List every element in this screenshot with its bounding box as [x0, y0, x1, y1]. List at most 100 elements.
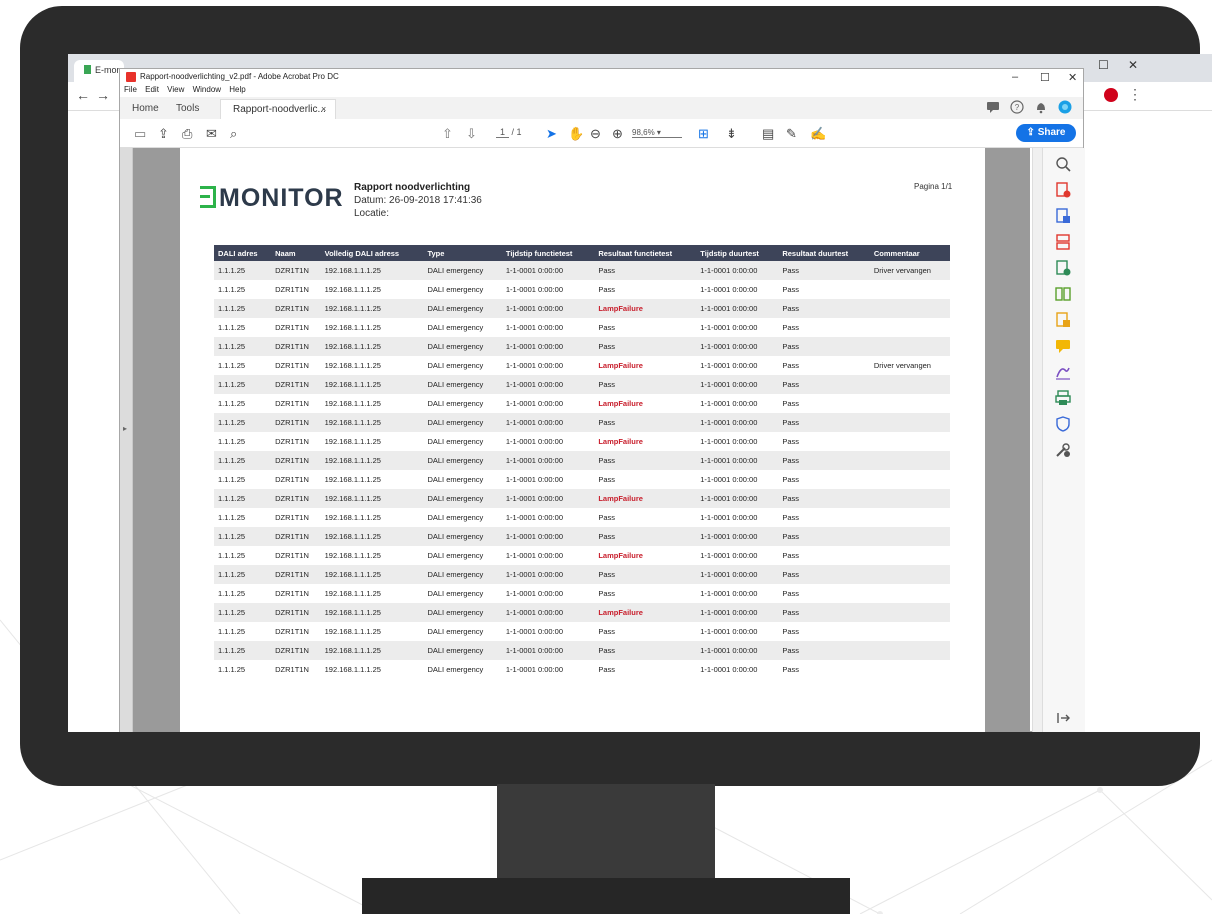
- menu-help[interactable]: Help: [229, 85, 245, 94]
- table-cell: 1.1.1.25: [218, 285, 246, 294]
- minimize-icon[interactable]: –: [1012, 71, 1018, 83]
- table-cell: 1-1-0001 0:00:00: [505, 361, 564, 370]
- browser-menu-icon[interactable]: ⋮: [1128, 86, 1142, 103]
- back-arrow-icon[interactable]: ←: [76, 87, 90, 103]
- more-tools-icon[interactable]: [1055, 442, 1071, 458]
- highlight-icon[interactable]: ✎: [786, 126, 797, 142]
- prev-page-icon[interactable]: ⇧: [442, 126, 453, 142]
- table-cell: Pass: [778, 337, 870, 356]
- menu-view[interactable]: View: [167, 85, 184, 94]
- tab-close-icon[interactable]: ×: [321, 104, 326, 114]
- table-cell: [869, 527, 950, 546]
- table-cell: Pass: [598, 665, 616, 674]
- table-cell: [870, 622, 950, 641]
- table-row: 1.1.1.25 DZR1T1N 192.168.1.1.1.25 DALI emer…: [214, 451, 950, 470]
- table-cell: 1-1-0001 0:00:00: [700, 323, 758, 332]
- forward-arrow-icon[interactable]: →: [96, 87, 110, 103]
- table-cell: 1-1-0001 0:00:00: [696, 375, 779, 394]
- page-indicator[interactable]: 1 / 1: [496, 127, 522, 138]
- avatar[interactable]: [1058, 100, 1072, 114]
- table-cell: 1.1.1.25: [218, 589, 246, 598]
- protect-icon[interactable]: [1055, 416, 1071, 432]
- table-cell: Pass: [594, 413, 697, 432]
- tab-home[interactable]: Home: [132, 103, 159, 114]
- zoom-level-select[interactable]: 98,6% ▾: [632, 128, 682, 138]
- create-pdf-icon[interactable]: [1055, 182, 1071, 198]
- edit-pdf-icon[interactable]: [1055, 260, 1071, 276]
- page-number-input[interactable]: 1: [496, 127, 510, 138]
- table-cell: Pass: [594, 641, 697, 660]
- table-cell: 192.168.1.1.1.25: [320, 299, 424, 318]
- search-icon[interactable]: ⌕: [230, 126, 237, 142]
- column-header: Tijdstip duurtest: [696, 245, 779, 261]
- table-cell: 192.168.1.1.1.25: [320, 603, 424, 622]
- table-cell: Driver vervangen: [873, 361, 931, 370]
- report-title: Rapport noodverlichting: [354, 182, 471, 193]
- zoom-in-icon[interactable]: ⊕: [612, 126, 623, 142]
- table-cell: 1-1-0001 0:00:00: [696, 299, 779, 318]
- hand-icon[interactable]: ✋: [568, 126, 584, 142]
- table-row: 1.1.1.25 DZR1T1N 192.168.1.1.1.25 DALI emer…: [214, 432, 950, 451]
- table-cell: Pass: [778, 603, 870, 622]
- expand-left-pane-icon[interactable]: ▸: [123, 424, 127, 433]
- table-row: 1.1.1.25 DZR1T1N 192.168.1.1.1.25 DALI emer…: [214, 641, 950, 660]
- left-nav-pane[interactable]: ▸: [120, 148, 133, 732]
- table-row: 1.1.1.25 DZR1T1N 192.168.1.1.1.25 DALI emer…: [214, 356, 950, 375]
- notification-bell-icon[interactable]: [1034, 100, 1048, 114]
- table-cell: DZR1T1N: [271, 489, 321, 508]
- combine-icon[interactable]: [1055, 312, 1071, 328]
- table-cell: 1-1-0001 0:00:00: [700, 285, 758, 294]
- print-icon[interactable]: ⎙: [182, 126, 192, 142]
- upload-icon[interactable]: ⇪: [158, 126, 169, 142]
- collapse-pane-icon[interactable]: [1055, 710, 1071, 726]
- close-icon[interactable]: ✕: [1068, 71, 1077, 84]
- browser-tab[interactable]: E-mon: [74, 60, 124, 82]
- menu-window[interactable]: Window: [193, 85, 221, 94]
- report-table: DALI adres Naam Volledig DALI adress Type Ti…: [214, 245, 950, 679]
- tab-document[interactable]: Rapport-noodverlic... ×: [220, 99, 336, 120]
- sign-icon[interactable]: ✍: [810, 126, 826, 142]
- table-cell: 1-1-0001 0:00:00: [700, 513, 758, 522]
- email-icon[interactable]: ✉: [206, 126, 217, 142]
- select-cursor-icon[interactable]: ➤: [546, 126, 557, 142]
- menu-edit[interactable]: Edit: [145, 85, 159, 94]
- browser-maximize-icon[interactable]: ☐: [1098, 58, 1109, 72]
- comment-icon[interactable]: ▤: [762, 126, 774, 142]
- table-cell: Pass: [778, 299, 870, 318]
- table-cell: DZR1T1N: [275, 665, 309, 674]
- help-icon[interactable]: ?: [1010, 100, 1024, 114]
- table-cell: 1-1-0001 0:00:00: [501, 641, 595, 660]
- maximize-icon[interactable]: ☐: [1040, 71, 1050, 84]
- zoom-out-icon[interactable]: ⊖: [590, 126, 601, 142]
- table-cell: 1.1.1.25: [214, 413, 272, 432]
- compare-icon[interactable]: [1055, 286, 1071, 302]
- browser-close-icon[interactable]: ✕: [1128, 58, 1138, 72]
- comment-pane-icon[interactable]: [1055, 338, 1071, 354]
- table-cell: DALI emergency: [427, 323, 484, 332]
- menu-file[interactable]: File: [124, 85, 137, 94]
- scroll-mode-icon[interactable]: ⇟: [726, 126, 737, 142]
- zoom-tool-icon[interactable]: [1055, 156, 1071, 172]
- fill-sign-icon[interactable]: [1055, 364, 1071, 380]
- table-cell: 192.168.1.1.1.25: [324, 475, 381, 484]
- print-production-icon[interactable]: [1055, 390, 1071, 406]
- share-button[interactable]: ⇪ Share: [1016, 124, 1076, 142]
- table-cell: DALI emergency: [427, 475, 484, 484]
- table-row: 1.1.1.25 DZR1T1N 192.168.1.1.1.25 DALI emer…: [214, 337, 950, 356]
- acrobat-tabs-row: Home Tools Rapport-noodverlic... × ?: [120, 97, 1083, 120]
- table-cell: 1.1.1.25: [218, 627, 246, 636]
- browser-extension-icon[interactable]: [1104, 88, 1118, 102]
- table-cell: [869, 337, 950, 356]
- table-cell: DZR1T1N: [275, 437, 309, 446]
- organize-pages-icon[interactable]: [1055, 234, 1071, 250]
- table-cell: 1.1.1.25: [218, 323, 246, 332]
- chat-icon[interactable]: [986, 100, 1000, 114]
- fit-page-icon[interactable]: ⊞: [698, 126, 709, 142]
- export-pdf-icon[interactable]: [1055, 208, 1071, 224]
- table-cell: [869, 375, 950, 394]
- save-icon[interactable]: ▭: [134, 126, 146, 142]
- table-cell: DZR1T1N: [275, 627, 309, 636]
- next-page-icon[interactable]: ⇩: [466, 126, 477, 142]
- table-cell: 1-1-0001 0:00:00: [501, 527, 595, 546]
- tab-tools[interactable]: Tools: [176, 103, 199, 114]
